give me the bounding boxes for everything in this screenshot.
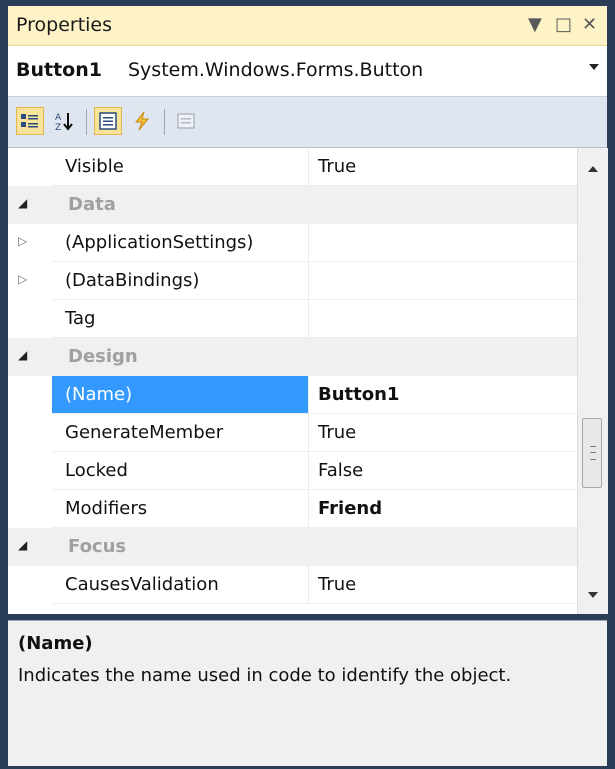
property-row-visible[interactable]: Visible True <box>8 148 577 186</box>
object-name: Button1 <box>16 59 102 81</box>
object-type: System.Windows.Forms.Button <box>128 59 424 81</box>
svg-text:Z: Z <box>55 123 61 131</box>
properties-toolbar: AZ <box>8 97 607 148</box>
property-name: Visible <box>65 156 124 177</box>
category-name: Design <box>68 346 138 367</box>
svg-text:A: A <box>55 113 62 123</box>
property-row-tag[interactable]: Tag <box>8 300 577 338</box>
events-icon[interactable] <box>128 107 156 135</box>
property-name: (DataBindings) <box>65 270 200 291</box>
column-divider <box>308 376 309 414</box>
scroll-down-icon[interactable] <box>588 592 598 598</box>
column-divider <box>308 414 309 452</box>
alphabetical-icon[interactable]: AZ <box>50 107 78 135</box>
category-row-focus[interactable]: ◢ Focus <box>8 528 577 566</box>
property-value[interactable]: False <box>318 460 363 481</box>
property-row-generatemember[interactable]: GenerateMember True <box>8 414 577 452</box>
description-text: Indicates the name used in code to ident… <box>18 665 512 686</box>
column-divider <box>308 148 309 186</box>
window-position-dropdown-icon[interactable]: ▼ <box>528 14 542 35</box>
column-divider <box>308 224 309 262</box>
property-value[interactable]: Friend <box>318 498 382 519</box>
properties-icon[interactable] <box>94 107 122 135</box>
scroll-thumb[interactable] <box>582 418 602 488</box>
property-row-locked[interactable]: Locked False <box>8 452 577 490</box>
expand-triangle-icon[interactable]: ▷ <box>18 272 32 286</box>
grip-icon <box>590 446 596 460</box>
collapse-triangle-icon[interactable]: ◢ <box>18 348 32 362</box>
description-title: (Name) <box>18 633 93 654</box>
chevron-down-icon[interactable] <box>589 64 599 70</box>
property-name: (Name) <box>65 384 133 405</box>
property-row-applicationsettings[interactable]: ▷ (ApplicationSettings) <box>8 224 577 262</box>
object-selector[interactable]: Button1 System.Windows.Forms.Button <box>8 46 607 97</box>
property-row-name[interactable]: (Name) Button1 <box>8 376 577 414</box>
column-divider <box>308 262 309 300</box>
property-value[interactable]: True <box>318 422 356 443</box>
property-row-modifiers[interactable]: Modifiers Friend <box>8 490 577 528</box>
collapse-triangle-icon[interactable]: ◢ <box>18 196 32 210</box>
close-icon[interactable]: ✕ <box>582 14 597 35</box>
property-name: GenerateMember <box>65 422 224 443</box>
property-grid: Visible True ◢ Data ▷ (ApplicationSettin… <box>8 148 577 614</box>
title-bar: Properties ▼ □ ✕ <box>8 6 607 46</box>
category-row-design[interactable]: ◢ Design <box>8 338 577 376</box>
description-pane: (Name) Indicates the name used in code t… <box>8 620 607 766</box>
property-name: Modifiers <box>65 498 148 519</box>
window-title: Properties <box>16 14 113 36</box>
properties-window: Properties ▼ □ ✕ Button1 System.Windows.… <box>0 0 615 769</box>
scroll-up-icon[interactable] <box>588 166 598 172</box>
expand-triangle-icon[interactable]: ▷ <box>18 234 32 248</box>
property-value[interactable]: True <box>318 574 356 595</box>
property-pages-icon[interactable] <box>172 107 200 135</box>
property-row-databindings[interactable]: ▷ (DataBindings) <box>8 262 577 300</box>
row-divider <box>52 603 577 604</box>
vertical-scrollbar[interactable] <box>577 148 608 614</box>
category-name: Focus <box>68 536 127 557</box>
property-name: Locked <box>65 460 128 481</box>
column-divider <box>308 490 309 528</box>
category-row-data[interactable]: ◢ Data <box>8 186 577 224</box>
toolbar-separator <box>164 109 165 135</box>
property-value[interactable]: Button1 <box>318 384 399 405</box>
maximize-icon[interactable]: □ <box>555 14 572 35</box>
property-row-causesvalidation[interactable]: CausesValidation True <box>8 566 577 604</box>
column-divider <box>308 566 309 604</box>
column-divider <box>308 300 309 338</box>
collapse-triangle-icon[interactable]: ◢ <box>18 538 32 552</box>
property-name: Tag <box>65 308 96 329</box>
column-divider <box>308 452 309 490</box>
toolbar-separator <box>86 109 87 135</box>
categorized-icon[interactable] <box>16 107 44 135</box>
category-name: Data <box>68 194 116 215</box>
property-value[interactable]: True <box>318 156 356 177</box>
property-name: (ApplicationSettings) <box>65 232 254 253</box>
property-name: CausesValidation <box>65 574 219 595</box>
